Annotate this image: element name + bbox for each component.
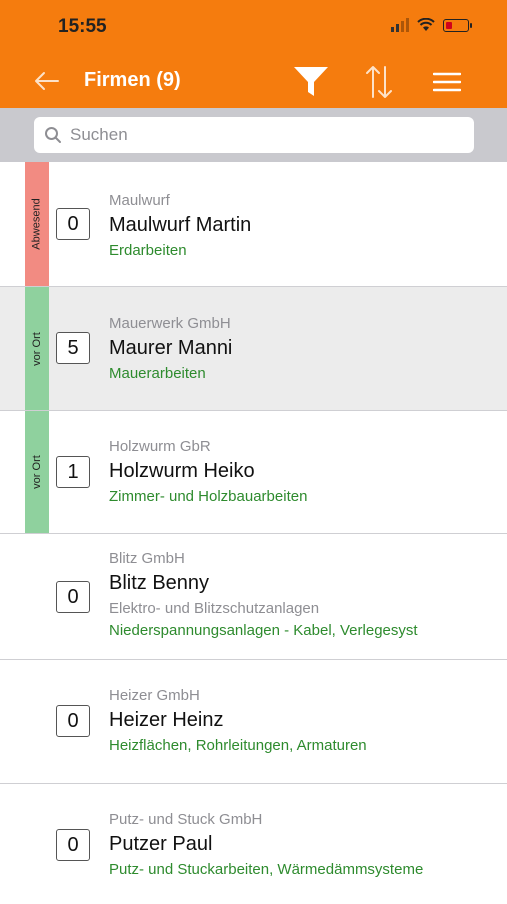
- signal-icon: [391, 18, 409, 32]
- trade-label: Putz- und Stuckarbeiten, Wärmedämmsystem…: [109, 861, 424, 878]
- count-badge: 5: [56, 332, 90, 364]
- search-bar: [0, 108, 507, 162]
- row-text: Mauerwerk GmbH Maurer Manni Mauerarbeite…: [109, 315, 475, 382]
- count-badge: 0: [56, 829, 90, 861]
- arrow-left-icon: [35, 72, 59, 90]
- row-text: Putz- und Stuck GmbH Putzer Paul Putz- u…: [109, 811, 475, 878]
- back-button[interactable]: [32, 66, 64, 96]
- company-name: Heizer GmbH: [109, 687, 200, 704]
- company-list: Abwesend 0 Maulwurf Maulwurf Martin Erda…: [0, 162, 507, 904]
- status-label: vor Ort: [31, 331, 43, 366]
- menu-button[interactable]: [427, 62, 467, 102]
- filter-button[interactable]: [291, 62, 331, 102]
- category-label: Elektro- und Blitzschutzanlagen: [109, 600, 320, 617]
- list-item[interactable]: Abwesend 0 Maulwurf Maulwurf Martin Erda…: [0, 162, 507, 287]
- sort-icon: [366, 66, 392, 98]
- list-item[interactable]: 0 Heizer GmbH Heizer Heinz Heizflächen, …: [0, 660, 507, 784]
- nav-bar: Firmen (9): [0, 56, 507, 108]
- app-header: 15:55 Firmen (9): [0, 0, 507, 108]
- filter-icon: [294, 67, 328, 96]
- search-icon: [45, 127, 61, 143]
- menu-icon: [433, 72, 461, 92]
- trade-label: Heizflächen, Rohrleitungen, Armaturen: [109, 737, 367, 754]
- sort-button[interactable]: [359, 62, 399, 102]
- trade-label: Zimmer- und Holzbauarbeiten: [109, 488, 308, 505]
- list-item[interactable]: 0 Putz- und Stuck GmbH Putzer Paul Putz-…: [0, 784, 507, 904]
- search-input[interactable]: [70, 125, 450, 145]
- list-item[interactable]: vor Ort 1 Holzwurm GbR Holzwurm Heiko Zi…: [0, 411, 507, 534]
- nav-actions: [291, 62, 467, 102]
- status-icons: [391, 18, 472, 32]
- company-name: Maulwurf: [109, 192, 170, 209]
- search-field[interactable]: [34, 117, 474, 153]
- list-item[interactable]: 0 Blitz GmbH Blitz Benny Elektro- und Bl…: [0, 534, 507, 660]
- count-badge: 0: [56, 705, 90, 737]
- company-name: Putz- und Stuck GmbH: [109, 811, 263, 828]
- contact-name: Heizer Heinz: [109, 709, 224, 731]
- status-badge: Abwesend: [25, 162, 49, 286]
- status-bar: 15:55: [0, 0, 507, 56]
- row-text: Maulwurf Maulwurf Martin Erdarbeiten: [109, 192, 475, 259]
- row-text: Blitz GmbH Blitz Benny Elektro- und Blit…: [109, 550, 475, 639]
- company-name: Blitz GmbH: [109, 550, 185, 567]
- contact-name: Blitz Benny: [109, 572, 210, 594]
- status-badge: vor Ort: [25, 411, 49, 533]
- contact-name: Holzwurm Heiko: [109, 460, 255, 482]
- company-name: Holzwurm GbR: [109, 438, 211, 455]
- company-name: Mauerwerk GmbH: [109, 315, 231, 332]
- status-label: vor Ort: [31, 455, 43, 489]
- battery-icon: [443, 18, 472, 32]
- status-label: Abwesend: [31, 198, 43, 250]
- count-badge: 0: [56, 208, 90, 240]
- trade-label: Erdarbeiten: [109, 242, 187, 259]
- count-badge: 1: [56, 456, 90, 488]
- wifi-icon: [417, 18, 435, 31]
- contact-name: Putzer Paul: [109, 833, 213, 855]
- list-item[interactable]: vor Ort 5 Mauerwerk GmbH Maurer Manni Ma…: [0, 287, 507, 411]
- count-badge: 0: [56, 581, 90, 613]
- status-badge: vor Ort: [25, 287, 49, 410]
- row-text: Heizer GmbH Heizer Heinz Heizflächen, Ro…: [109, 687, 475, 754]
- page-title: Firmen (9): [84, 69, 181, 91]
- contact-name: Maurer Manni: [109, 337, 233, 359]
- trade-label: Niederspannungsanlagen - Kabel, Verleges…: [109, 622, 418, 639]
- contact-name: Maulwurf Martin: [109, 214, 252, 236]
- trade-label: Mauerarbeiten: [109, 365, 206, 382]
- row-text: Holzwurm GbR Holzwurm Heiko Zimmer- und …: [109, 438, 475, 505]
- status-time: 15:55: [58, 16, 107, 37]
